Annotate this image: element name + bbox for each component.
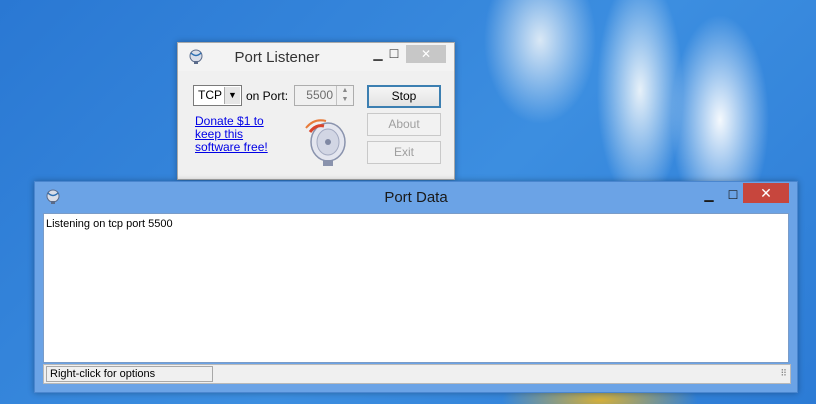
port-listener-titlebar[interactable]: Port Listener ▁ ☐ ✕ — [178, 43, 454, 71]
maximize-button[interactable]: ☐ — [723, 186, 743, 204]
chevron-down-icon[interactable]: ▼ — [224, 87, 240, 104]
status-bar: Right-click for options ⠿ — [43, 364, 791, 384]
maximize-button[interactable]: ☐ — [384, 45, 404, 63]
port-input[interactable]: 5500 ▲ ▼ — [294, 85, 354, 106]
protocol-select[interactable]: TCP ▼ — [193, 85, 242, 106]
close-button[interactable]: ✕ — [406, 45, 446, 63]
close-button[interactable]: ✕ — [743, 183, 789, 203]
port-listener-window: Port Listener ▁ ☐ ✕ TCP ▼ on Port: 5500 … — [177, 42, 455, 180]
donate-link[interactable]: Donate $1 to keep this software free! — [195, 115, 275, 154]
spin-down-icon[interactable]: ▼ — [337, 95, 353, 104]
exit-button[interactable]: Exit — [367, 141, 441, 164]
port-stepper[interactable]: ▲ ▼ — [336, 86, 353, 105]
status-text: Right-click for options — [46, 366, 213, 382]
protocol-value: TCP — [198, 88, 222, 102]
satellite-dish-icon — [305, 119, 346, 166]
on-port-label: on Port: — [246, 89, 289, 103]
resize-grip-icon[interactable]: ⠿ — [780, 368, 787, 379]
port-data-titlebar[interactable]: Port Data ▁ ☐ ✕ — [35, 182, 797, 212]
minimize-button[interactable]: ▁ — [699, 186, 719, 204]
about-button[interactable]: About — [367, 113, 441, 136]
stop-button[interactable]: Stop — [367, 85, 441, 108]
port-listener-body: TCP ▼ on Port: 5500 ▲ ▼ Donate $1 to kee… — [186, 75, 446, 173]
port-value: 5500 — [306, 88, 333, 102]
port-data-log[interactable]: Listening on tcp port 5500 — [43, 213, 789, 363]
port-data-window: Port Data ▁ ☐ ✕ Listening on tcp port 55… — [34, 181, 798, 393]
window-title: Port Data — [384, 189, 448, 206]
window-title: Port Listener — [234, 49, 320, 66]
spin-up-icon[interactable]: ▲ — [337, 86, 353, 95]
log-line: Listening on tcp port 5500 — [46, 218, 173, 230]
